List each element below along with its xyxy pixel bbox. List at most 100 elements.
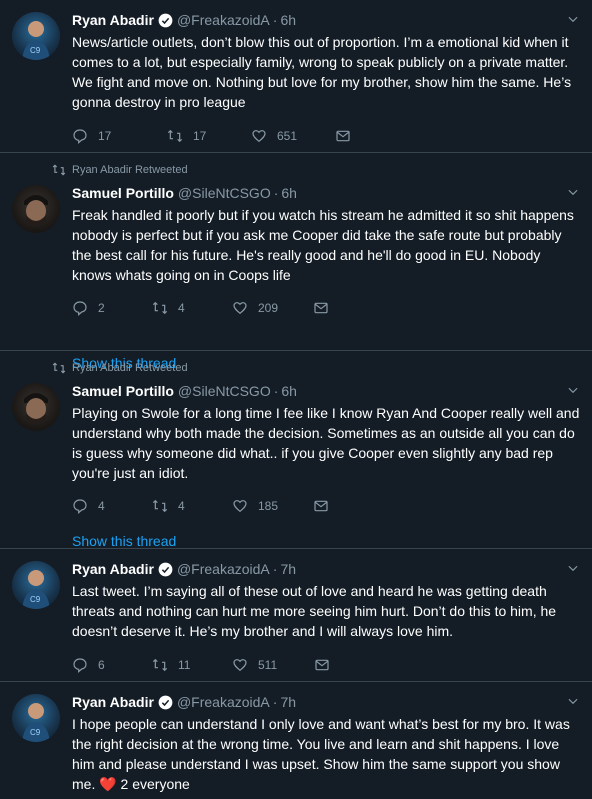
author-name[interactable]: Ryan Abadir (72, 694, 154, 710)
tweet-header: Ryan Abadir @FreakazoidA · 6h (72, 10, 580, 30)
author-name[interactable]: Samuel Portillo (72, 383, 174, 399)
retweet-icon (152, 658, 168, 672)
direct-message-button[interactable] (335, 128, 351, 144)
timeline-feed: C9 Ryan Abadir @FreakazoidA · 6h News/ar… (0, 0, 592, 799)
reply-button[interactable]: 2 (72, 300, 152, 316)
retweet-count: 4 (178, 499, 185, 513)
chevron-down-icon[interactable] (566, 185, 580, 199)
like-button[interactable]: 209 (232, 300, 313, 316)
envelope-icon (314, 500, 328, 512)
tweet[interactable]: Ryan Abadir Retweeted Samuel Portillo @S… (0, 351, 592, 549)
retweet-count: 4 (178, 301, 185, 315)
like-button[interactable]: 185 (232, 498, 313, 514)
reply-button[interactable]: 17 (72, 128, 167, 144)
chevron-down-icon[interactable] (566, 561, 580, 575)
tweet[interactable]: C9 Ryan Abadir @FreakazoidA · 7h Last tw… (0, 549, 592, 682)
chevron-down-icon[interactable] (566, 12, 580, 26)
envelope-icon (314, 302, 328, 314)
direct-message-button[interactable] (314, 657, 330, 673)
tweet-actions: 4 4 185 (72, 496, 580, 516)
reply-icon (73, 499, 87, 514)
tweet-timestamp[interactable]: 7h (280, 561, 296, 577)
reply-icon (73, 301, 87, 316)
reply-count: 17 (98, 129, 112, 143)
reply-icon (73, 129, 87, 144)
retweet-count: 11 (178, 658, 191, 672)
tweet-actions: 17 17 651 (72, 126, 580, 146)
tweet-timestamp[interactable]: 6h (281, 383, 297, 399)
envelope-icon (336, 130, 350, 142)
retweet-button[interactable]: 17 (167, 128, 251, 144)
tweet-header: Ryan Abadir @FreakazoidA · 7h (72, 559, 580, 579)
svg-text:C9: C9 (30, 46, 41, 55)
avatar[interactable] (12, 383, 60, 431)
like-count: 185 (258, 499, 279, 513)
retweet-label[interactable]: Ryan Abadir Retweeted (72, 362, 188, 374)
tweet-actions: 6 11 511 (72, 655, 580, 675)
tweet[interactable]: Ryan Abadir Retweeted Samuel Portillo @S… (0, 153, 592, 371)
verified-badge-icon (158, 13, 173, 27)
tweet-text: Last tweet. I’m saying all of these out … (72, 583, 557, 639)
tweet-header: Ryan Abadir @FreakazoidA · 7h (72, 692, 580, 712)
author-handle[interactable]: @SileNtCSGO (178, 383, 271, 399)
tweet-text: I hope people can understand I only love… (72, 714, 580, 794)
retweet-button[interactable]: 4 (152, 498, 232, 514)
retweet-button[interactable]: 4 (152, 300, 232, 316)
author-name[interactable]: Samuel Portillo (72, 185, 174, 201)
heart-icon (252, 130, 266, 143)
reply-count: 6 (98, 658, 105, 672)
retweet-icon (52, 164, 66, 176)
reply-button[interactable]: 4 (72, 498, 152, 514)
verified-badge-icon (158, 562, 173, 576)
tweet-text: Playing on Swole for a long time I fee l… (72, 405, 580, 481)
avatar[interactable]: C9 (12, 12, 60, 60)
tweet-timestamp[interactable]: 6h (281, 185, 297, 201)
verified-badge-icon (158, 695, 173, 709)
author-name[interactable]: Ryan Abadir (72, 561, 154, 577)
tweet-timestamp[interactable]: 7h (280, 694, 296, 710)
like-button[interactable]: 511 (232, 657, 314, 673)
retweet-icon (167, 129, 183, 143)
chevron-down-icon[interactable] (566, 383, 580, 397)
tweet-text: Freak handled it poorly but if you watch… (72, 207, 574, 283)
heart-icon (233, 302, 247, 315)
svg-text:C9: C9 (30, 595, 41, 604)
heart-icon (233, 659, 247, 672)
like-button[interactable]: 651 (251, 128, 335, 144)
retweet-count: 17 (193, 129, 207, 143)
direct-message-button[interactable] (313, 498, 329, 514)
tweet-header: Samuel Portillo @SileNtCSGO · 6h (72, 381, 580, 401)
retweet-label[interactable]: Ryan Abadir Retweeted (72, 164, 188, 176)
tweet[interactable]: C9 Ryan Abadir @FreakazoidA · 6h News/ar… (0, 0, 592, 153)
author-handle[interactable]: @SileNtCSGO (178, 185, 271, 201)
reply-icon (73, 658, 87, 673)
reply-count: 2 (98, 301, 105, 315)
chevron-down-icon[interactable] (566, 694, 580, 708)
author-handle[interactable]: @FreakazoidA (177, 12, 270, 28)
retweet-context: Ryan Abadir Retweeted (52, 361, 188, 375)
avatar[interactable]: C9 (12, 694, 60, 742)
show-thread-link[interactable]: Show this thread (72, 533, 176, 549)
author-handle[interactable]: @FreakazoidA (177, 694, 270, 710)
tweet-header: Samuel Portillo @SileNtCSGO · 6h (72, 183, 580, 203)
reply-count: 4 (98, 499, 105, 513)
tweet[interactable]: C9 Ryan Abadir @FreakazoidA · 7h I hope … (0, 682, 592, 799)
svg-text:C9: C9 (30, 728, 41, 737)
avatar[interactable]: C9 (12, 561, 60, 609)
heart-icon (233, 500, 247, 513)
like-count: 651 (277, 129, 298, 143)
avatar[interactable] (12, 185, 60, 233)
reply-button[interactable]: 6 (72, 657, 152, 673)
tweet-timestamp[interactable]: 6h (280, 12, 296, 28)
like-count: 209 (258, 301, 279, 315)
tweet-text-suffix: 2 everyone (116, 776, 190, 792)
tweet-text: News/article outlets, don’t blow this ou… (72, 34, 572, 110)
author-handle[interactable]: @FreakazoidA (177, 561, 270, 577)
retweet-icon (152, 499, 168, 513)
envelope-icon (315, 659, 329, 671)
red-heart-emoji: ❤️ (99, 776, 117, 792)
author-name[interactable]: Ryan Abadir (72, 12, 154, 28)
retweet-button[interactable]: 11 (152, 657, 232, 673)
tweet-actions: 2 4 209 (72, 298, 580, 318)
direct-message-button[interactable] (313, 300, 329, 316)
